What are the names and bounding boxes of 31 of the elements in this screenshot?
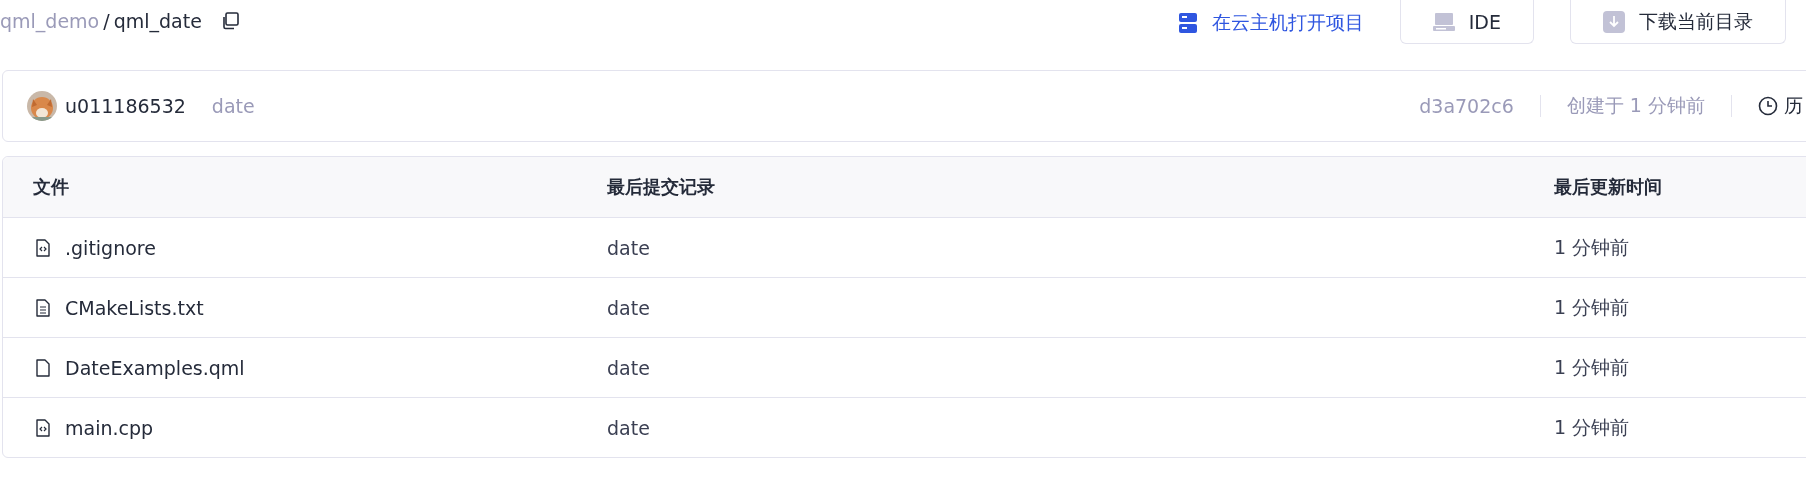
updated-time: 1 分钟前 bbox=[1554, 234, 1630, 260]
commit-message[interactable]: date bbox=[607, 356, 650, 379]
code-file-icon bbox=[33, 417, 53, 438]
commit-message[interactable]: date bbox=[607, 416, 650, 439]
breadcrumb-current: qml_date bbox=[113, 10, 202, 32]
file-name[interactable]: main.cpp bbox=[33, 416, 154, 439]
created-time: 创建于 1 分钟前 bbox=[1566, 93, 1705, 118]
history-link[interactable]: 历 bbox=[1784, 93, 1803, 119]
file-name[interactable]: DateExamples.qml bbox=[33, 356, 245, 379]
author-name[interactable]: u011186532 bbox=[65, 95, 186, 117]
column-header: 最后更新时间 bbox=[1554, 175, 1663, 199]
open-project-link[interactable]: 在云主机打开项目 bbox=[1177, 0, 1364, 36]
file-name[interactable]: .gitignore bbox=[33, 236, 156, 259]
download-icon bbox=[1603, 10, 1625, 33]
clock-icon[interactable] bbox=[1758, 96, 1778, 116]
column-header: 文件 bbox=[33, 175, 70, 199]
download-button[interactable]: 下载当前目录 bbox=[1570, 0, 1786, 44]
updated-time: 1 分钟前 bbox=[1554, 414, 1630, 440]
commit-message[interactable]: date bbox=[607, 296, 650, 319]
file-icon bbox=[33, 357, 53, 378]
commit-message[interactable]: date bbox=[607, 236, 650, 259]
updated-time: 1 分钟前 bbox=[1554, 294, 1630, 320]
updated-time: 1 分钟前 bbox=[1554, 354, 1630, 380]
file-name[interactable]: CMakeLists.txt bbox=[33, 296, 204, 319]
breadcrumb-separator: / bbox=[103, 10, 110, 32]
text-file-icon bbox=[33, 297, 53, 318]
computer-icon bbox=[1432, 11, 1455, 32]
ide-button[interactable]: IDE bbox=[1399, 0, 1534, 44]
server-icon bbox=[1177, 12, 1198, 34]
code-file-icon bbox=[33, 237, 53, 258]
column-header: 最后提交记录 bbox=[607, 175, 716, 199]
